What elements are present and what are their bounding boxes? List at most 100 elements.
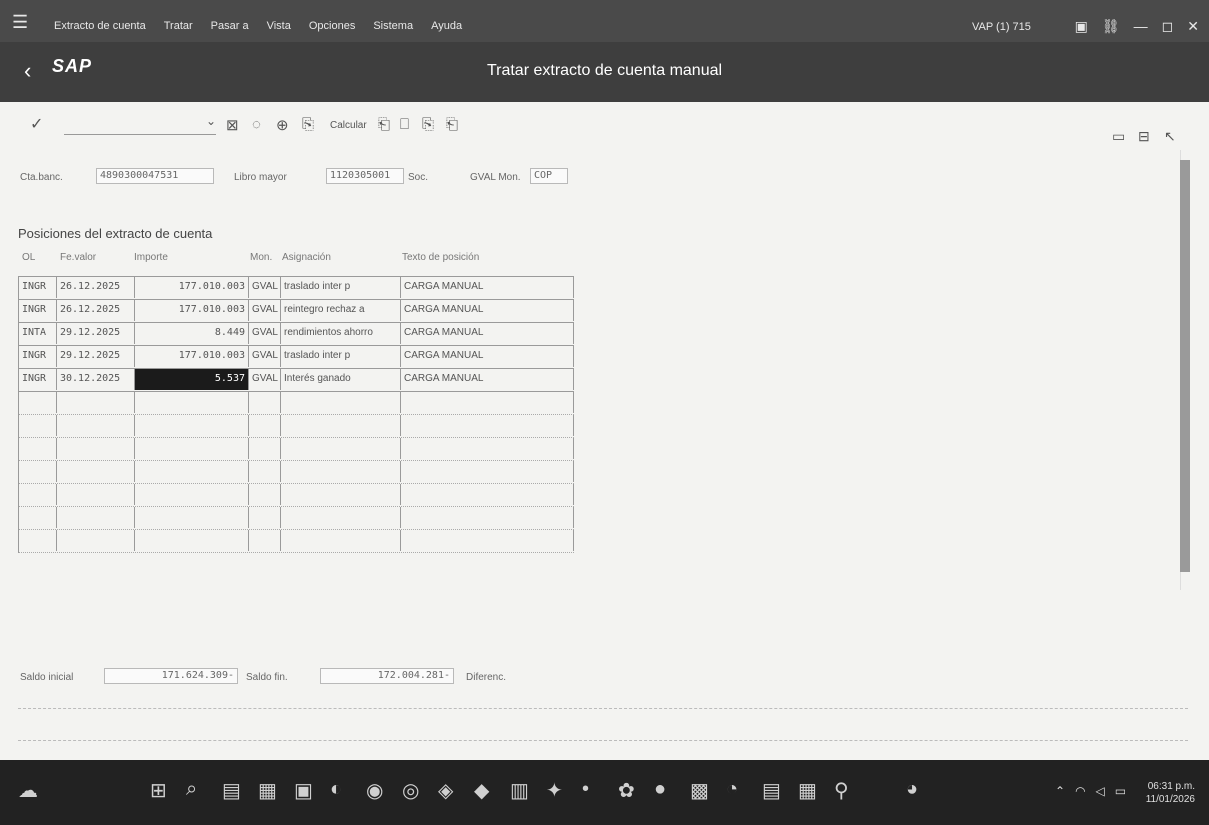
bank-account-field[interactable]: 4890300047531: [96, 168, 214, 184]
table-row-empty[interactable]: [19, 392, 574, 415]
cell-currency[interactable]: GVAL: [249, 369, 281, 390]
doc-icon[interactable]: ⎗: [378, 116, 390, 133]
cell-currency[interactable]: GVAL: [249, 323, 281, 344]
cell-currency[interactable]: GVAL: [249, 346, 281, 367]
cell-date[interactable]: 26.12.2025: [57, 300, 135, 321]
check-icon[interactable]: ✓: [30, 114, 43, 134]
cell-date[interactable]: [57, 461, 135, 482]
menu-item-ayuda[interactable]: Ayuda: [431, 20, 462, 32]
wifi-icon[interactable]: ◠: [1075, 784, 1085, 798]
cell-amount[interactable]: [135, 461, 249, 482]
chevron-up-icon[interactable]: ⌃: [1055, 784, 1065, 798]
currency-field[interactable]: COP: [530, 168, 568, 184]
cell-amount[interactable]: [135, 530, 249, 551]
cell-currency[interactable]: [249, 392, 281, 413]
screen-icon[interactable]: ▣: [1075, 18, 1088, 35]
cell-text[interactable]: [401, 392, 574, 413]
cell-assignment[interactable]: Interés ganado: [281, 369, 401, 390]
cell-amount[interactable]: 177.010.003: [135, 300, 249, 321]
cell-currency[interactable]: GVAL: [249, 277, 281, 298]
close-icon[interactable]: ✕: [1187, 18, 1199, 35]
cell-currency[interactable]: [249, 484, 281, 505]
excel-icon[interactable]: ▦: [798, 778, 817, 803]
save-icon[interactable]: ⊠: [226, 116, 239, 134]
start-icon[interactable]: ⊞: [150, 778, 167, 803]
app-icon[interactable]: ▤: [762, 778, 781, 803]
cell-text[interactable]: [401, 438, 574, 459]
cell-date[interactable]: [57, 484, 135, 505]
battery-icon[interactable]: ▭: [1115, 784, 1126, 798]
cell-date[interactable]: [57, 392, 135, 413]
cell-date[interactable]: 30.12.2025: [57, 369, 135, 390]
cell-text[interactable]: CARGA MANUAL: [401, 300, 574, 321]
cell-amount[interactable]: 177.010.003: [135, 346, 249, 367]
app-icon[interactable]: ◕: [906, 778, 918, 801]
menu-item-extracto[interactable]: Extracto de cuenta: [54, 20, 146, 32]
menu-item-vista[interactable]: Vista: [267, 20, 291, 32]
cell-code[interactable]: INGR: [19, 369, 57, 390]
taskview-icon[interactable]: ▤: [222, 778, 241, 803]
table-row-empty[interactable]: [19, 507, 574, 530]
cell-text[interactable]: CARGA MANUAL: [401, 369, 574, 390]
scrollbar-thumb[interactable]: [1180, 160, 1190, 572]
cell-assignment[interactable]: traslado inter p: [281, 277, 401, 298]
app-icon[interactable]: ◔: [726, 778, 738, 801]
cell-assignment[interactable]: [281, 484, 401, 505]
minimize-icon[interactable]: —: [1134, 18, 1148, 35]
cell-assignment[interactable]: traslado inter p: [281, 346, 401, 367]
cell-date[interactable]: 29.12.2025: [57, 346, 135, 367]
page-next-icon[interactable]: ⎘: [422, 116, 434, 133]
cell-code[interactable]: [19, 530, 57, 551]
menu-item-pasar-a[interactable]: Pasar a: [211, 20, 249, 32]
hamburger-menu-icon[interactable]: ☰: [12, 12, 28, 33]
page-last-icon[interactable]: ⎗: [446, 116, 458, 133]
cell-amount[interactable]: [135, 484, 249, 505]
cell-code[interactable]: [19, 484, 57, 505]
app-icon[interactable]: ◐: [330, 778, 342, 801]
cell-currency[interactable]: [249, 415, 281, 436]
cell-date[interactable]: [57, 415, 135, 436]
cell-assignment[interactable]: [281, 438, 401, 459]
final-balance-field[interactable]: 172.004.281-: [320, 668, 454, 684]
search-icon[interactable]: ⌕: [186, 778, 197, 801]
command-field[interactable]: ⌄: [64, 114, 216, 135]
cell-currency[interactable]: GVAL: [249, 300, 281, 321]
clock[interactable]: 06:31 p.m. 11/01/2026: [1146, 780, 1195, 806]
cell-currency[interactable]: [249, 530, 281, 551]
app-icon[interactable]: ▩: [690, 778, 709, 803]
app-icon[interactable]: ●: [654, 778, 666, 801]
maximize-icon[interactable]: ◻: [1162, 18, 1174, 35]
calculate-button[interactable]: Calcular: [330, 120, 367, 131]
app-icon[interactable]: ✦: [546, 778, 563, 803]
add-icon[interactable]: ⊕: [276, 116, 289, 134]
table-row[interactable]: INGR 26.12.2025 177.010.003 GVAL reintegro r…: [19, 300, 574, 323]
cell-amount[interactable]: [135, 507, 249, 528]
cell-text[interactable]: [401, 484, 574, 505]
cell-code[interactable]: [19, 438, 57, 459]
app-icon[interactable]: ▥: [510, 778, 529, 803]
app-icon[interactable]: ✿: [618, 778, 635, 803]
cell-text[interactable]: CARGA MANUAL: [401, 346, 574, 367]
cell-text[interactable]: [401, 507, 574, 528]
app-icon[interactable]: ◆: [474, 778, 489, 803]
cell-code[interactable]: INTA: [19, 323, 57, 344]
cell-amount[interactable]: 5.537: [135, 369, 249, 390]
cell-currency[interactable]: [249, 461, 281, 482]
cell-currency[interactable]: [249, 438, 281, 459]
cell-code[interactable]: [19, 507, 57, 528]
link-icon[interactable]: ⛓: [1102, 18, 1120, 35]
help-cursor-icon[interactable]: ↖: [1164, 128, 1176, 145]
menu-item-sistema[interactable]: Sistema: [373, 20, 413, 32]
cell-currency[interactable]: [249, 507, 281, 528]
table-row-empty[interactable]: [19, 438, 574, 461]
table-row-empty[interactable]: [19, 415, 574, 438]
cell-code[interactable]: INGR: [19, 346, 57, 367]
volume-icon[interactable]: ◁: [1096, 784, 1105, 798]
copy-icon[interactable]: ⎘: [302, 116, 314, 133]
cell-amount[interactable]: 177.010.003: [135, 277, 249, 298]
table-row[interactable]: INGR 29.12.2025 177.010.003 GVAL traslado in…: [19, 346, 574, 369]
app-icon[interactable]: ◈: [438, 778, 453, 803]
cell-text[interactable]: [401, 415, 574, 436]
cell-date[interactable]: [57, 530, 135, 551]
cell-assignment[interactable]: [281, 507, 401, 528]
